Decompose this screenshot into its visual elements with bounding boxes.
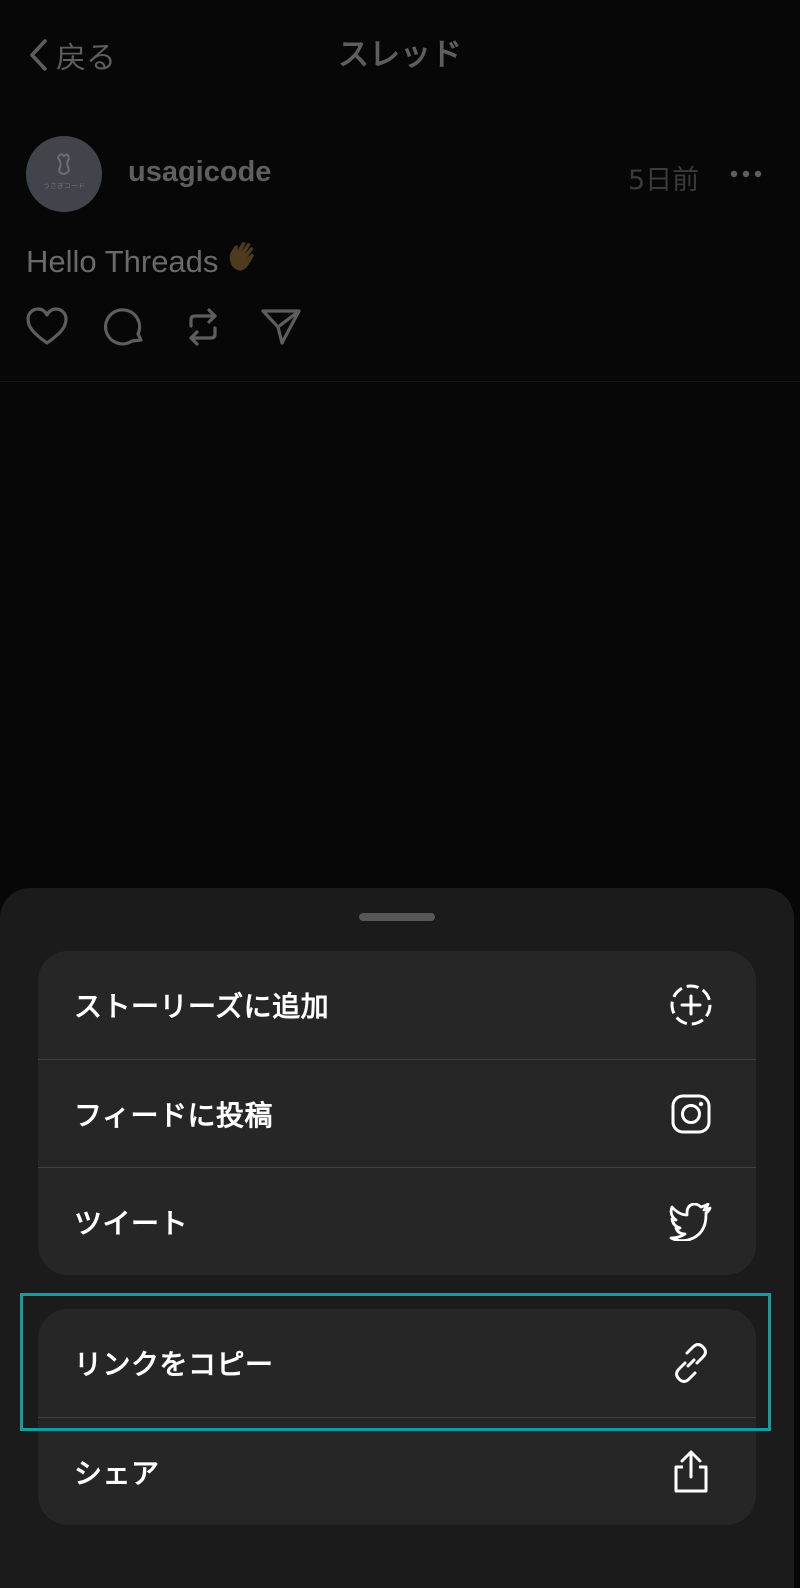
paper-plane-icon: [261, 309, 301, 345]
username[interactable]: usagicode: [128, 156, 271, 189]
post-body: Hello Threads: [26, 244, 219, 279]
twitter-icon: [668, 1199, 714, 1245]
link-icon: [668, 1340, 714, 1386]
post-actions: [22, 304, 306, 350]
repost-button[interactable]: [178, 304, 228, 350]
post-text: Hello Threads: [26, 236, 262, 284]
waving-hand-emoji: [222, 236, 262, 284]
row-label: ツイート: [74, 1206, 189, 1240]
tweet-row[interactable]: ツイート: [38, 1167, 756, 1275]
add-to-story-row[interactable]: ストーリーズに追加: [38, 951, 756, 1059]
comment-bubble-icon: [104, 308, 143, 346]
share-options-group: ストーリーズに追加 フィードに投稿 ツイート: [38, 951, 756, 1275]
avatar[interactable]: うさぎコード: [26, 136, 102, 212]
back-button[interactable]: 戻る: [28, 32, 116, 78]
share-bottom-sheet: ストーリーズに追加 フィードに投稿 ツイート リンクをコピー シェア: [0, 888, 794, 1588]
rabbit-logo-icon: うさぎコード: [43, 153, 85, 190]
sheet-drag-handle[interactable]: [359, 913, 435, 921]
like-button[interactable]: [22, 304, 72, 350]
instagram-icon: [668, 1091, 714, 1137]
post-to-feed-row[interactable]: フィードに投稿: [38, 1059, 756, 1167]
link-options-group: リンクをコピー シェア: [38, 1309, 756, 1525]
row-label: リンクをコピー: [74, 1348, 274, 1381]
row-label: フィードに投稿: [74, 1098, 273, 1132]
avatar-text: うさぎコード: [43, 181, 85, 190]
add-story-icon: [668, 982, 714, 1028]
repost-icon: [189, 308, 217, 346]
more-options-button[interactable]: [726, 160, 766, 188]
post-divider: [0, 381, 800, 382]
share-row[interactable]: シェア: [38, 1417, 756, 1525]
share-icon: [668, 1449, 714, 1495]
heart-icon: [26, 307, 68, 345]
reply-button[interactable]: [100, 304, 150, 350]
row-label: シェア: [74, 1456, 160, 1490]
back-label: 戻る: [56, 41, 116, 76]
row-label: ストーリーズに追加: [74, 990, 330, 1023]
post-time: 5日前: [628, 165, 700, 196]
chevron-left-icon: [30, 39, 47, 71]
send-button[interactable]: [256, 304, 306, 350]
page-title: スレッド: [338, 37, 462, 73]
more-horizontal-icon: [730, 170, 762, 178]
copy-link-row[interactable]: リンクをコピー: [38, 1309, 756, 1417]
